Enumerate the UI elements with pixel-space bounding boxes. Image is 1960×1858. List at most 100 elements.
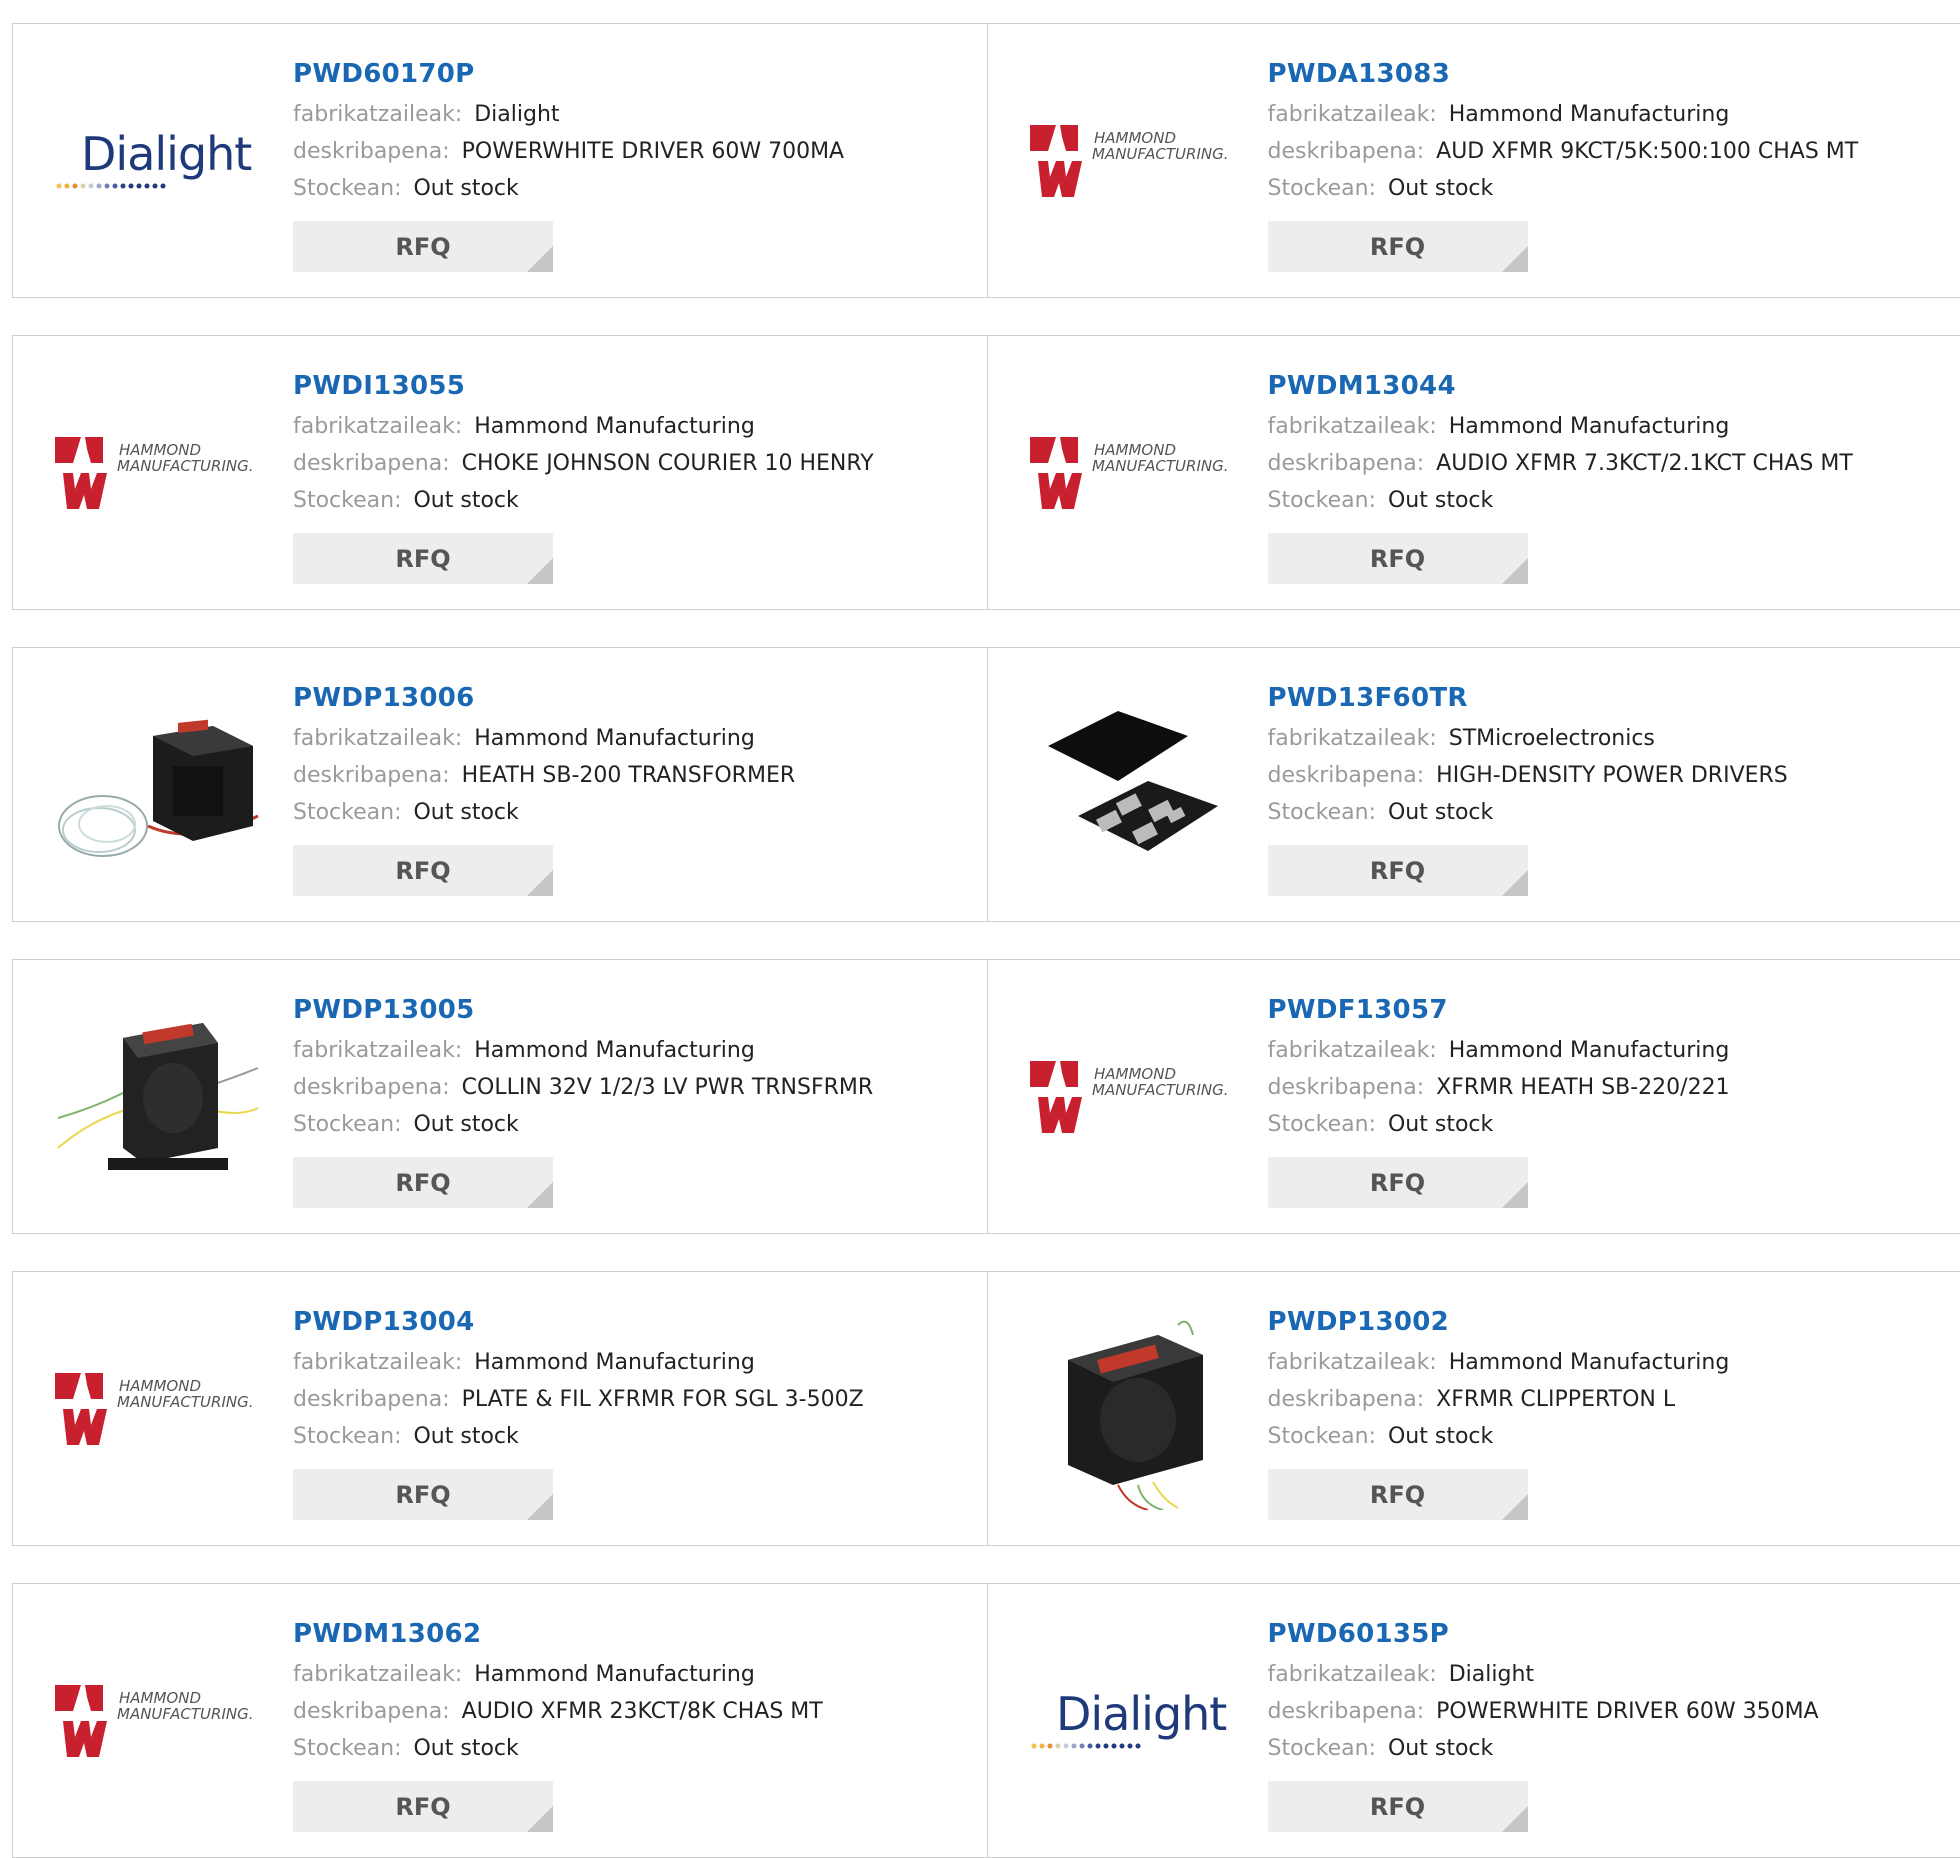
rfq-label: RFQ	[395, 233, 450, 261]
product-photo[interactable]	[53, 686, 263, 886]
dialight-logo-image[interactable]: Dialight	[1028, 1622, 1238, 1822]
dialight-logo-image[interactable]: Dialight	[53, 62, 263, 262]
stock-value: Out stock	[1388, 176, 1493, 201]
rfq-button[interactable]: RFQ	[293, 1157, 553, 1208]
description-value: PLATE & FIL XFRMR FOR SGL 3-500Z	[462, 1387, 864, 1412]
product-info: PWD13F60TR fabrikatzaileak:STMicroelectr…	[1268, 678, 1951, 896]
manufacturer-value: Hammond Manufacturing	[474, 1038, 755, 1063]
product-photo[interactable]	[1028, 686, 1238, 886]
hammond-logo-image[interactable]: HAMMOND MANUFACTURING.	[1028, 62, 1238, 262]
stock-label: Stockean:	[293, 176, 401, 201]
product-card: HAMMOND MANUFACTURING. PWDA13083 fabrika…	[987, 24, 1960, 297]
manufacturer-line: fabrikatzaileak:Dialight	[1268, 1656, 1951, 1693]
product-card: HAMMOND MANUFACTURING. PWDP13004 fabrika…	[13, 1272, 987, 1545]
product-card: HAMMOND MANUFACTURING. PWDI13055 fabrika…	[13, 336, 987, 609]
manufacturer-label: fabrikatzaileak:	[1268, 1038, 1437, 1063]
product-card: PWDP13006 fabrikatzaileak:Hammond Manufa…	[13, 648, 987, 921]
part-number-link[interactable]: PWD13F60TR	[1268, 678, 1951, 718]
manufacturer-line: fabrikatzaileak:Hammond Manufacturing	[1268, 96, 1951, 133]
manufacturer-line: fabrikatzaileak:Hammond Manufacturing	[293, 408, 977, 445]
stock-line: Stockean:Out stock	[1268, 1730, 1951, 1767]
rfq-button[interactable]: RFQ	[293, 533, 553, 584]
product-card: PWD13F60TR fabrikatzaileak:STMicroelectr…	[987, 648, 1960, 921]
rfq-label: RFQ	[1370, 545, 1425, 573]
product-row: HAMMOND MANUFACTURING. PWDP13004 fabrika…	[12, 1271, 1960, 1546]
rfq-label: RFQ	[395, 545, 450, 573]
description-value: AUDIO XFMR 7.3KCT/2.1KCT CHAS MT	[1436, 451, 1853, 476]
description-line: deskribapena:COLLIN 32V 1/2/3 LV PWR TRN…	[293, 1069, 977, 1106]
manufacturer-line: fabrikatzaileak:Hammond Manufacturing	[1268, 1344, 1951, 1381]
product-info: PWDP13004 fabrikatzaileak:Hammond Manufa…	[293, 1302, 977, 1520]
product-row: HAMMOND MANUFACTURING. PWDI13055 fabrika…	[12, 335, 1960, 610]
description-value: AUDIO XFMR 23KCT/8K CHAS MT	[462, 1699, 823, 1724]
manufacturer-line: fabrikatzaileak:Hammond Manufacturing	[293, 1032, 977, 1069]
description-line: deskribapena:POWERWHITE DRIVER 60W 350MA	[1268, 1693, 1951, 1730]
manufacturer-label: fabrikatzaileak:	[293, 1662, 462, 1687]
stock-value: Out stock	[413, 1736, 518, 1761]
product-info: PWDM13062 fabrikatzaileak: Hammond Manufa…	[293, 1614, 977, 1832]
stock-label: Stockean:	[293, 488, 401, 513]
rfq-button[interactable]: RFQ	[293, 845, 553, 896]
manufacturer-label: fabrikatzaileak:	[1268, 1350, 1437, 1375]
part-number-link[interactable]: PWDP13002	[1268, 1302, 1951, 1342]
rfq-button[interactable]: RFQ	[1268, 845, 1528, 896]
hammond-logo-image[interactable]: HAMMOND MANUFACTURING.	[1028, 374, 1238, 574]
description-value: POWERWHITE DRIVER 60W 350MA	[1436, 1699, 1818, 1724]
manufacturer-value: Hammond Manufacturing	[474, 1662, 755, 1687]
description-line: deskribapena: HEATH SB-200 TRANSFORMER	[293, 757, 977, 794]
rfq-button[interactable]: RFQ	[1268, 1157, 1528, 1208]
description-label: deskribapena:	[293, 1387, 450, 1412]
part-number-link[interactable]: PWDM13062	[293, 1614, 977, 1654]
description-line: deskribapena:XFRMR HEATH SB-220/221	[1268, 1069, 1951, 1106]
part-number-link[interactable]: PWD60170P	[293, 54, 977, 94]
rfq-label: RFQ	[395, 1169, 450, 1197]
stock-value: Out stock	[413, 1424, 518, 1449]
part-number-link[interactable]: PWDF13057	[1268, 990, 1951, 1030]
description-line: deskribapena: AUD XFMR 9KCT/5K:500:100 CH…	[1268, 133, 1951, 170]
part-number-link[interactable]: PWDI13055	[293, 366, 977, 406]
part-number-link[interactable]: PWDP13005	[293, 990, 977, 1030]
product-photo[interactable]	[53, 998, 263, 1198]
manufacturer-value: Hammond Manufacturing	[1449, 102, 1730, 127]
description-value: AUD XFMR 9KCT/5K:500:100 CHAS MT	[1436, 139, 1858, 164]
rfq-button[interactable]: RFQ	[293, 1469, 553, 1520]
description-label: deskribapena:	[293, 763, 450, 788]
manufacturer-label: fabrikatzaileak:	[1268, 1662, 1437, 1687]
product-card: PWDP13005 fabrikatzaileak:Hammond Manufa…	[13, 960, 987, 1233]
manufacturer-value: STMicroelectronics	[1449, 726, 1655, 751]
rfq-button[interactable]: RFQ	[293, 1781, 553, 1832]
hammond-logo-image[interactable]: HAMMOND MANUFACTURING.	[53, 1622, 263, 1822]
manufacturer-line: fabrikatzaileak:Hammond Manufacturing	[1268, 1032, 1951, 1069]
product-info: PWDP13006 fabrikatzaileak:Hammond Manufa…	[293, 678, 977, 896]
rfq-button[interactable]: RFQ	[1268, 1469, 1528, 1520]
manufacturer-line: fabrikatzaileak:Hammond Manufacturing	[293, 1344, 977, 1381]
description-label: deskribapena:	[293, 1699, 450, 1724]
description-label: deskribapena:	[1268, 139, 1425, 164]
part-number-link[interactable]: PWDP13004	[293, 1302, 977, 1342]
rfq-label: RFQ	[1370, 1793, 1425, 1821]
part-number-link[interactable]: PWDP13006	[293, 678, 977, 718]
product-row: PWDP13005 fabrikatzaileak:Hammond Manufa…	[12, 959, 1960, 1234]
part-number-link[interactable]: PWDA13083	[1268, 54, 1951, 94]
rfq-button[interactable]: RFQ	[293, 221, 553, 272]
part-number-link[interactable]: PWD60135P	[1268, 1614, 1951, 1654]
stock-line: Stockean:Out stock	[293, 794, 977, 831]
stock-value: Out stock	[1388, 1424, 1493, 1449]
hammond-logo-image[interactable]: HAMMOND MANUFACTURING.	[53, 374, 263, 574]
stock-line: Stockean:Out stock	[1268, 170, 1951, 207]
product-photo[interactable]	[1028, 1310, 1238, 1510]
product-card: HAMMOND MANUFACTURING. PWDF13057 fabrika…	[987, 960, 1960, 1233]
description-line: deskribapena:CHOKE JOHNSON COURIER 10 HE…	[293, 445, 977, 482]
description-label: deskribapena:	[293, 451, 450, 476]
description-value: HEATH SB-200 TRANSFORMER	[462, 763, 795, 788]
rfq-label: RFQ	[395, 1481, 450, 1509]
rfq-button[interactable]: RFQ	[1268, 533, 1528, 584]
rfq-button[interactable]: RFQ	[1268, 1781, 1528, 1832]
product-info: PWD60170P fabrikatzaileak:Dialight deskr…	[293, 54, 977, 272]
manufacturer-value: Hammond Manufacturing	[1449, 414, 1730, 439]
hammond-logo-image[interactable]: HAMMOND MANUFACTURING.	[1028, 998, 1238, 1198]
part-number-link[interactable]: PWDM13044	[1268, 366, 1951, 406]
hammond-logo-image[interactable]: HAMMOND MANUFACTURING.	[53, 1310, 263, 1510]
rfq-button[interactable]: RFQ	[1268, 221, 1528, 272]
description-value: COLLIN 32V 1/2/3 LV PWR TRNSFRMR	[462, 1075, 874, 1100]
